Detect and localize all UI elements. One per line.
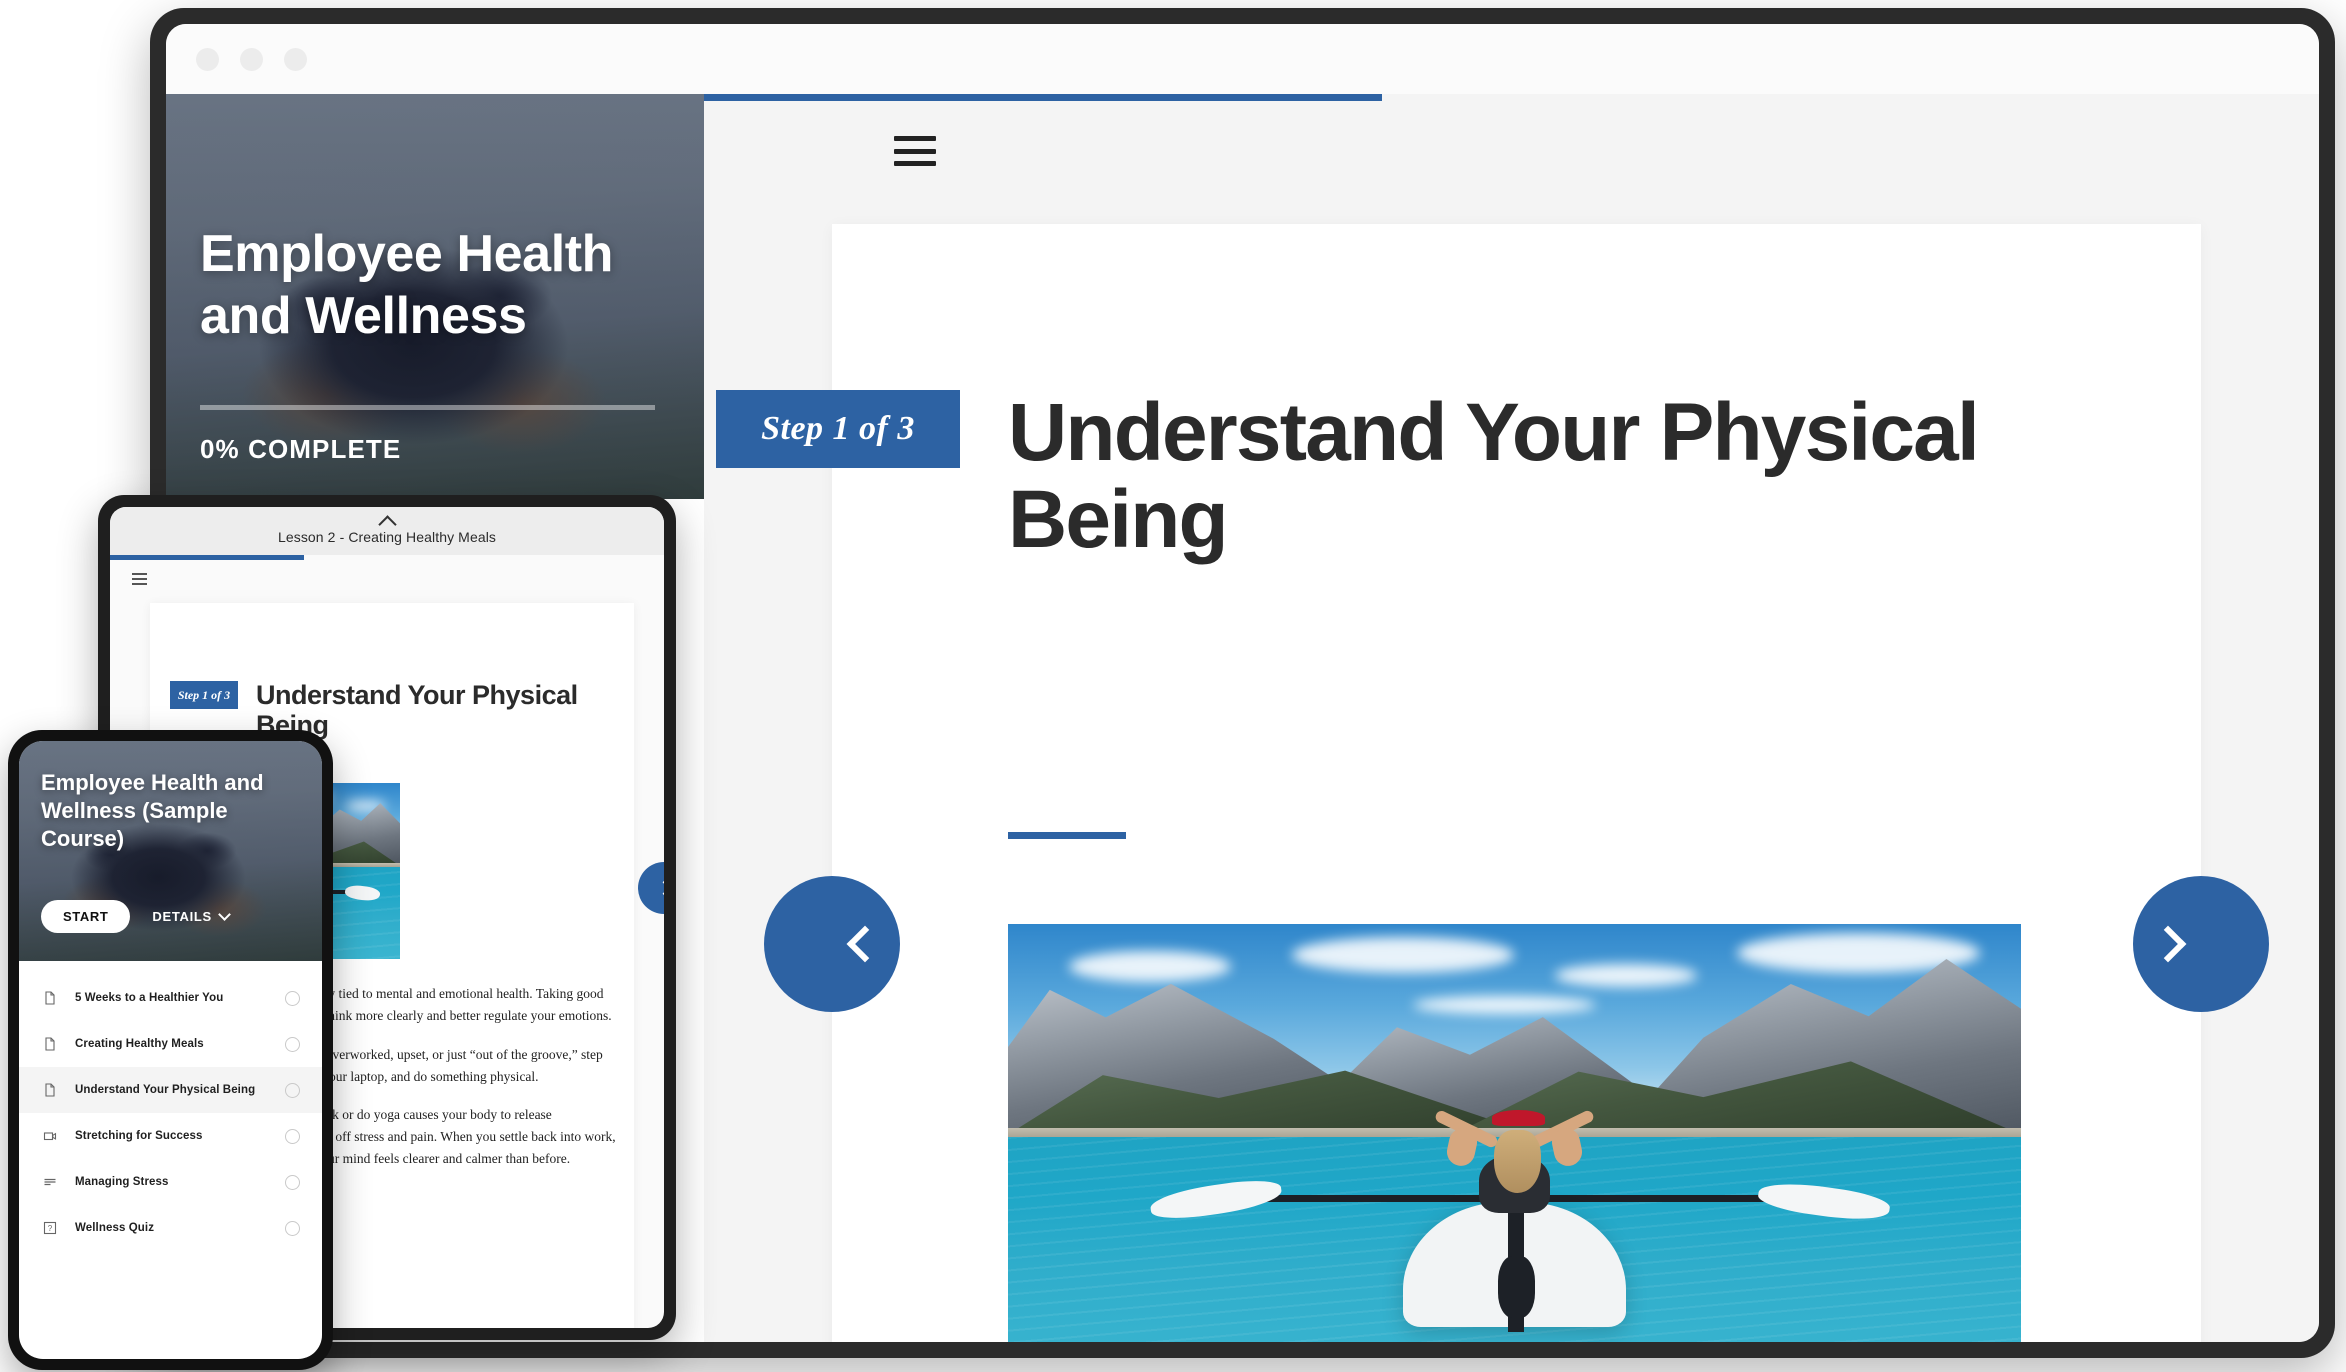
- tablet-next-step-button[interactable]: [638, 862, 664, 914]
- details-label: DETAILS: [152, 909, 212, 924]
- list-item-label: 5 Weeks to a Healthier You: [75, 992, 224, 1004]
- text-lines-icon: [41, 1173, 59, 1191]
- title-underline-rule: [1008, 832, 1126, 839]
- course-progress-label: 0% COMPLETE: [200, 434, 402, 464]
- list-item-label: Managing Stress: [75, 1176, 169, 1188]
- hamburger-menu-icon[interactable]: [894, 136, 936, 166]
- tablet-hamburger-menu-icon[interactable]: [132, 573, 147, 585]
- list-item-label: Creating Healthy Meals: [75, 1038, 204, 1050]
- window-maximize-dot[interactable]: [284, 47, 307, 71]
- lesson-progress-indicator: [704, 94, 1383, 101]
- progress-circle-icon[interactable]: [285, 1220, 300, 1236]
- tablet-progress-bar: [110, 555, 664, 560]
- course-title: Employee Health and Wellness: [200, 225, 614, 345]
- step-badge: Step 1 of 3: [716, 390, 960, 468]
- course-progress-bar: [200, 405, 655, 410]
- list-item[interactable]: 5 Weeks to a Healthier You: [19, 975, 322, 1021]
- progress-circle-icon[interactable]: [285, 1128, 300, 1144]
- lesson-main-column: Step 1 of 3 Understand Your Physical Bei…: [704, 94, 2319, 1342]
- list-item-label: Wellness Quiz: [75, 1222, 155, 1234]
- lesson-page-icon: [41, 989, 59, 1007]
- quiz-question-icon: ?: [41, 1219, 59, 1237]
- progress-circle-icon[interactable]: [285, 990, 300, 1006]
- chevron-left-icon: [846, 925, 884, 963]
- phone-course-title: Employee Health and Wellness (Sample Cou…: [41, 770, 264, 852]
- tablet-step-badge: Step 1 of 3: [170, 681, 238, 709]
- list-item-label: Understand Your Physical Being: [75, 1084, 256, 1096]
- chevron-right-icon: [656, 880, 664, 896]
- tablet-lesson-bar[interactable]: Lesson 2 - Creating Healthy Meals: [110, 507, 664, 555]
- video-camera-icon: [41, 1127, 59, 1145]
- list-item-label: Stretching for Success: [75, 1130, 203, 1142]
- progress-circle-icon[interactable]: [285, 1174, 300, 1190]
- lesson-heading-row: Step 1 of 3 Understand Your Physical Bei…: [716, 387, 2127, 565]
- progress-circle-icon[interactable]: [285, 1082, 300, 1098]
- start-course-button[interactable]: START: [41, 900, 131, 933]
- course-details-toggle[interactable]: DETAILS: [152, 908, 231, 924]
- phone-course-hero: Employee Health and Wellness (Sample Cou…: [19, 741, 322, 961]
- list-item[interactable]: Stretching for Success: [19, 1113, 322, 1159]
- kayak-lesson-image: [1008, 924, 2021, 1342]
- browser-titlebar: [166, 24, 2319, 94]
- list-item-active[interactable]: Understand Your Physical Being: [19, 1067, 322, 1113]
- list-item[interactable]: Creating Healthy Meals: [19, 1021, 322, 1067]
- list-item[interactable]: Managing Stress: [19, 1159, 322, 1205]
- lesson-title: Understand Your Physical Being: [1008, 387, 1980, 565]
- phone-screen: Employee Health and Wellness (Sample Cou…: [19, 741, 322, 1359]
- lesson-page-icon: [41, 1035, 59, 1053]
- window-close-dot[interactable]: [196, 47, 219, 71]
- device-mockup-stage: Employee Health and Wellness 0% COMPLETE: [0, 0, 2346, 1372]
- chevron-right-icon: [2149, 925, 2187, 963]
- lesson-content-card: Step 1 of 3 Understand Your Physical Bei…: [716, 224, 2269, 1342]
- chevron-down-icon: [218, 908, 231, 921]
- course-hero: Employee Health and Wellness 0% COMPLETE: [166, 94, 704, 499]
- lesson-page-icon: [41, 1081, 59, 1099]
- previous-step-button[interactable]: [764, 876, 900, 1012]
- phone-lesson-list: 5 Weeks to a Healthier You Creating Heal…: [19, 961, 322, 1251]
- svg-text:?: ?: [48, 1224, 53, 1233]
- list-item[interactable]: ? Wellness Quiz: [19, 1205, 322, 1251]
- next-step-button[interactable]: [2133, 876, 2269, 1012]
- progress-circle-icon[interactable]: [285, 1036, 300, 1052]
- window-minimize-dot[interactable]: [240, 47, 263, 71]
- phone-device-frame: Employee Health and Wellness (Sample Cou…: [8, 730, 333, 1370]
